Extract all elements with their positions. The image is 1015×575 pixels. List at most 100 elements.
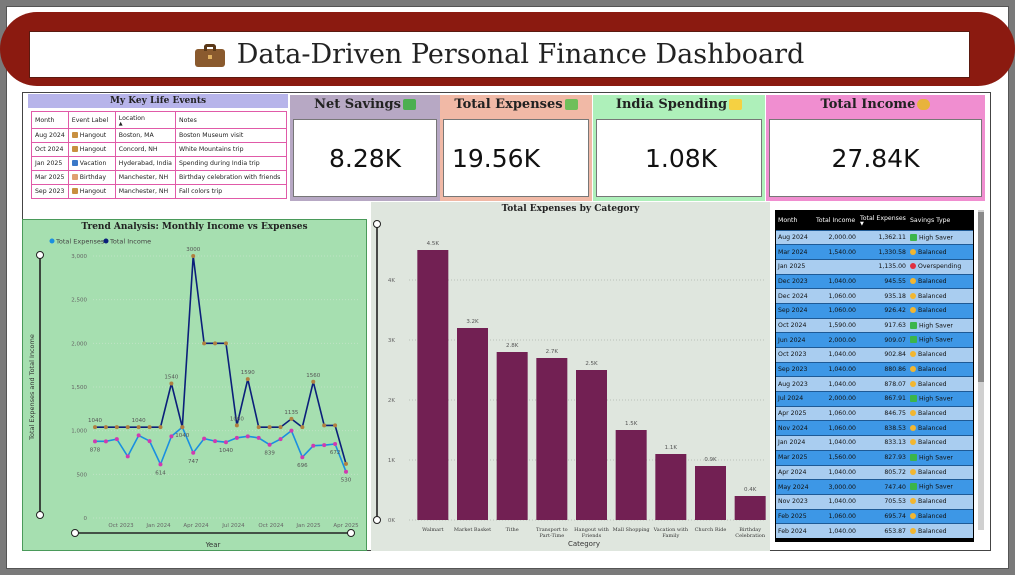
income-point[interactable] — [93, 425, 97, 430]
bar-chart-plot[interactable]: 0K 1K 2K 3K 4K 4.5K Walmart 3.2K Market Basket 2.… — [371, 202, 770, 551]
event-row[interactable]: Mar 2025 Birthday Manchester, NH Birthday c… — [31, 170, 288, 185]
trend-chart-plot[interactable]: Total Expenses Total Income 0 500 1,000 1,500… — [23, 220, 368, 552]
event-row[interactable]: Aug 2024 Hangout Boston, MA Boston Museum v… — [31, 128, 288, 143]
savings-row[interactable]: Mar 2025 1,560.00 827.93 High Saver — [776, 449, 973, 465]
x-slider-handle-left[interactable] — [71, 529, 79, 537]
expenses-point[interactable] — [300, 455, 305, 460]
category-bar[interactable] — [655, 454, 687, 520]
income-point[interactable] — [103, 425, 108, 430]
x-slider-handle-right[interactable] — [347, 529, 355, 537]
income-point[interactable] — [256, 425, 261, 430]
savings-row[interactable]: Nov 2023 1,040.00 705.53 Balanced — [776, 493, 973, 510]
col-month[interactable]: Month — [31, 111, 69, 129]
y-slider-handle-bottom[interactable] — [36, 511, 44, 519]
income-point[interactable] — [125, 425, 130, 430]
savings-row[interactable]: Aug 2024 2,000.00 1,362.11 High Saver — [776, 229, 973, 245]
income-point[interactable] — [289, 416, 294, 421]
savings-row[interactable]: Aug 2023 1,040.00 878.07 Balanced — [776, 376, 973, 392]
income-point[interactable] — [213, 341, 218, 346]
savings-row[interactable]: Jun 2024 2,000.00 909.07 High Saver — [776, 332, 973, 348]
expenses-point[interactable] — [245, 434, 250, 439]
col-total-expenses[interactable]: Total Expenses ▼ — [858, 211, 908, 230]
savings-row[interactable]: Feb 2024 1,040.00 653.87 Balanced — [776, 523, 973, 539]
savings-row[interactable]: Mar 2024 1,540.00 1,330.58 Balanced — [776, 244, 973, 260]
expenses-point[interactable] — [311, 443, 316, 448]
expenses-point[interactable] — [103, 439, 108, 444]
category-bar-chart[interactable]: Total Expenses by Category 0K 1K 2K 3K 4K 4.5… — [371, 202, 770, 551]
expenses-point[interactable] — [256, 435, 261, 440]
category-bar[interactable] — [695, 466, 726, 520]
income-point[interactable] — [147, 425, 152, 430]
income-point[interactable] — [114, 425, 119, 430]
expenses-point[interactable] — [147, 439, 152, 444]
expenses-point[interactable] — [322, 443, 327, 448]
category-bar[interactable] — [417, 250, 449, 520]
expenses-point[interactable] — [289, 428, 294, 433]
savings-scrollbar[interactable] — [978, 210, 984, 530]
legend-expenses-label[interactable]: Total Expenses — [55, 238, 105, 246]
income-point[interactable] — [245, 377, 250, 382]
savings-row[interactable]: Jul 2024 2,000.00 867.91 High Saver — [776, 391, 973, 407]
y-slider-handle-bottom[interactable] — [373, 516, 381, 524]
income-point[interactable] — [169, 381, 174, 386]
expenses-point[interactable] — [114, 437, 119, 442]
expenses-point[interactable] — [333, 442, 338, 447]
income-line[interactable] — [95, 255, 347, 465]
category-bar[interactable] — [734, 496, 766, 520]
savings-row[interactable]: Feb 2025 1,060.00 695.74 Balanced — [776, 508, 973, 524]
income-point[interactable] — [278, 425, 283, 430]
col-event-label[interactable]: Event Label — [67, 111, 116, 129]
event-row[interactable]: Jan 2025 Vacation Hyderabad, India Spending… — [31, 156, 288, 171]
expenses-point[interactable] — [93, 439, 97, 444]
income-point[interactable] — [180, 425, 185, 430]
col-total-income[interactable]: Total Income — [814, 211, 858, 230]
savings-row[interactable]: Oct 2023 1,040.00 902.84 Balanced — [776, 347, 973, 363]
income-point[interactable] — [311, 379, 316, 384]
col-location[interactable]: Location ▲ — [114, 111, 176, 129]
col-savings-type[interactable]: Savings Type — [908, 211, 973, 230]
expenses-point[interactable] — [125, 454, 130, 459]
savings-row[interactable]: Sep 2024 1,060.00 926.42 Balanced — [776, 302, 973, 319]
y-slider-handle-top[interactable] — [373, 220, 381, 228]
savings-row[interactable]: Apr 2024 1,040.00 805.72 Balanced — [776, 464, 973, 480]
savings-row[interactable]: Dec 2024 1,060.00 935.18 Balanced — [776, 288, 973, 304]
savings-row[interactable]: Jan 2024 1,040.00 833.13 Balanced — [776, 435, 973, 451]
col-month[interactable]: Month — [776, 211, 814, 230]
income-point[interactable] — [191, 254, 196, 258]
income-point[interactable] — [234, 423, 239, 428]
income-point[interactable] — [333, 423, 338, 428]
income-point[interactable] — [136, 425, 141, 430]
expenses-point[interactable] — [223, 440, 228, 445]
y-slider-handle-top[interactable] — [36, 251, 44, 259]
expenses-point[interactable] — [202, 436, 207, 441]
income-point[interactable] — [344, 461, 348, 466]
event-row[interactable]: Oct 2024 Hangout Concord, NH White Mountain… — [31, 142, 288, 157]
col-notes[interactable]: Notes — [174, 111, 288, 129]
category-bar[interactable] — [496, 352, 528, 520]
expenses-point[interactable] — [191, 450, 196, 455]
expenses-point[interactable] — [344, 469, 348, 474]
savings-row[interactable]: Sep 2023 1,040.00 880.86 Balanced — [776, 361, 973, 377]
category-bar[interactable] — [536, 358, 568, 520]
life-events-table[interactable]: My Key Life Events Month Event Label Loc… — [28, 94, 288, 204]
expenses-point[interactable] — [278, 437, 283, 442]
expenses-point[interactable] — [267, 442, 272, 447]
expenses-point[interactable] — [158, 462, 163, 467]
income-point[interactable] — [223, 341, 228, 346]
trend-chart[interactable]: Trend Analysis: Monthly Income vs Expens… — [22, 219, 367, 551]
income-point[interactable] — [202, 341, 207, 346]
savings-row[interactable]: Nov 2024 1,060.00 838.53 Balanced — [776, 420, 973, 436]
expenses-point[interactable] — [169, 434, 174, 439]
legend-income-label[interactable]: Total Income — [109, 238, 151, 246]
savings-row[interactable]: Dec 2023 1,040.00 945.55 Balanced — [776, 273, 973, 289]
savings-row[interactable]: May 2024 3,000.00 747.40 High Saver — [776, 479, 973, 495]
category-bar[interactable] — [576, 370, 607, 520]
expenses-point[interactable] — [213, 439, 218, 444]
expenses-point[interactable] — [136, 433, 141, 438]
savings-row[interactable]: Jan 2025 1,135.00 Overspending — [776, 258, 973, 275]
income-point[interactable] — [322, 423, 327, 428]
category-bar[interactable] — [615, 430, 647, 520]
savings-table[interactable]: Month Total Income Total Expenses ▼ Savin… — [775, 210, 974, 542]
category-bar[interactable] — [457, 328, 488, 520]
savings-row[interactable]: Apr 2025 1,060.00 846.75 Balanced — [776, 405, 973, 421]
